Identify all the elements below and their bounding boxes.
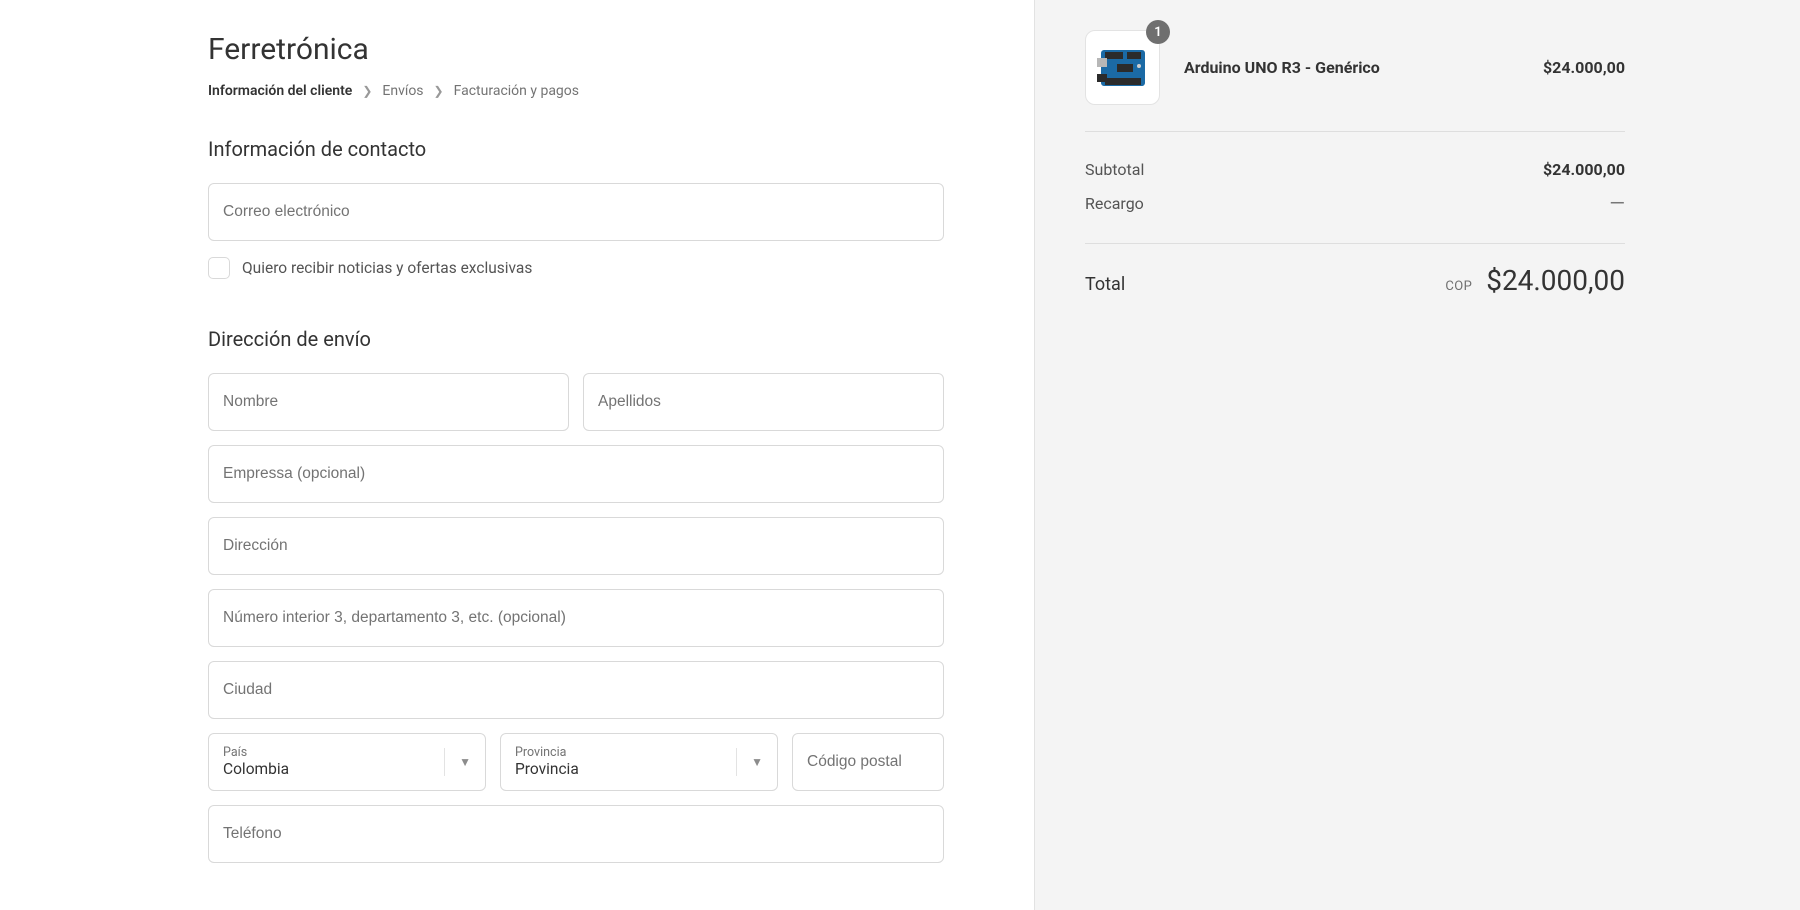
cart-line-item: 1 Arduino UNO R3 - Genérico $24.000,00 [1085,30,1625,131]
select-divider [736,748,737,776]
email-field[interactable] [208,183,944,241]
total-amount: $24.000,00 [1486,264,1625,297]
chevron-right-icon: ❯ [434,84,444,98]
subtotal-value: $24.000,00 [1543,160,1625,179]
subtotal-label: Subtotal [1085,160,1144,179]
first-name-field[interactable] [208,373,569,431]
company-field[interactable] [208,445,944,503]
province-value: Provincia [515,760,579,779]
breadcrumb-step-payment: Facturación y pagos [454,83,579,99]
province-select[interactable]: Provincia Provincia ▼ [500,733,778,791]
product-price: $24.000,00 [1543,58,1625,77]
product-name: Arduino UNO R3 - Genérico [1184,58,1519,77]
select-divider [444,748,445,776]
contact-heading: Información de contacto [208,137,944,161]
shipping-heading: Dirección de envío [208,327,944,351]
country-select[interactable]: País Colombia ▼ [208,733,486,791]
city-field[interactable] [208,661,944,719]
phone-field[interactable] [208,805,944,863]
country-label: País [223,745,289,760]
quantity-badge: 1 [1146,20,1170,44]
chevron-right-icon: ❯ [362,84,372,98]
currency-code: COP [1445,279,1472,294]
address-field[interactable] [208,517,944,575]
total-label: Total [1085,274,1125,295]
store-name: Ferretrónica [208,32,944,67]
province-label: Provincia [515,745,579,760]
breadcrumb-step-client[interactable]: Información del cliente [208,83,352,99]
surcharge-label: Recargo [1085,194,1144,213]
postal-code-field[interactable] [792,733,944,791]
address2-field[interactable] [208,589,944,647]
caret-down-icon: ▼ [751,755,763,769]
last-name-field[interactable] [583,373,944,431]
breadcrumb-step-shipping: Envíos [382,83,423,99]
surcharge-value: — [1609,191,1625,215]
arduino-board-icon [1095,44,1151,92]
newsletter-checkbox[interactable] [208,257,230,279]
caret-down-icon: ▼ [459,755,471,769]
country-value: Colombia [223,760,289,779]
newsletter-label: Quiero recibir noticias y ofertas exclus… [242,259,532,277]
product-thumbnail [1085,30,1160,105]
breadcrumb: Información del cliente ❯ Envíos ❯ Factu… [208,83,944,99]
